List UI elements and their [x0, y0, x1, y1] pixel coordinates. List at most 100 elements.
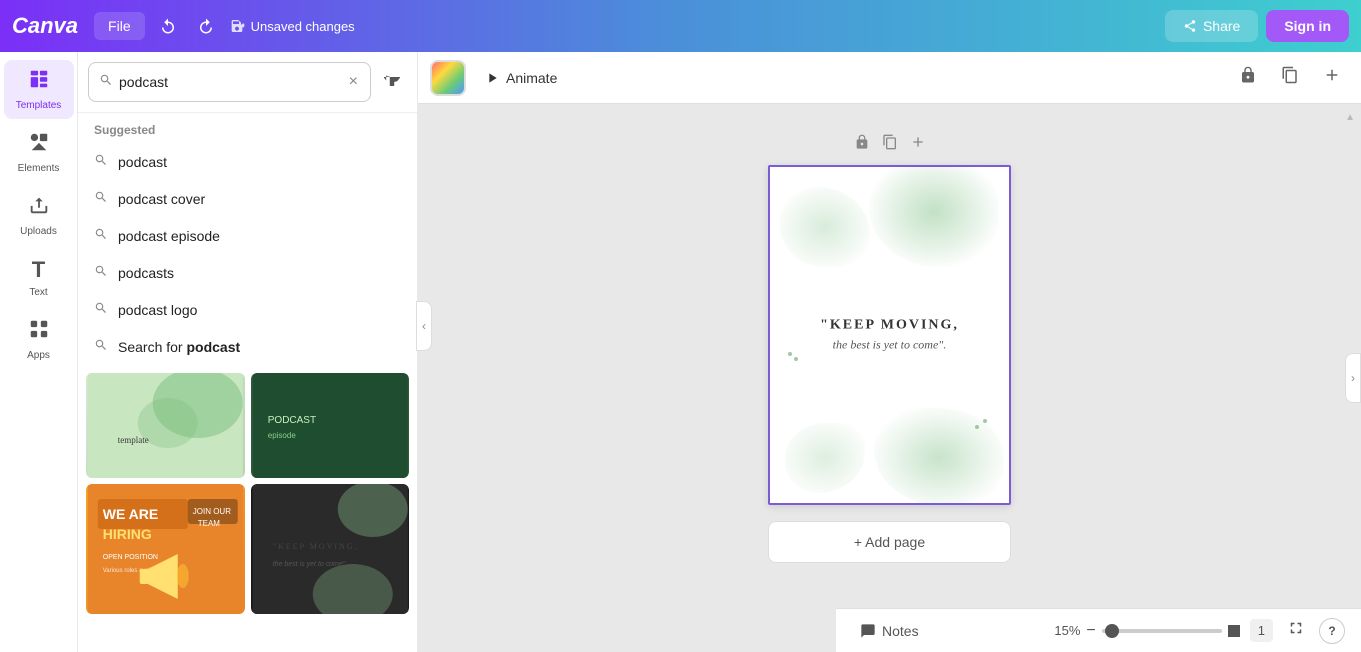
undo-button[interactable] [153, 11, 183, 41]
copy-button[interactable] [1273, 60, 1307, 95]
lock-button[interactable] [1231, 60, 1265, 95]
zoom-percent: 15% [1054, 623, 1080, 638]
svg-text:the best is yet to come".: the best is yet to come". [272, 561, 347, 568]
sidebar-item-uploads[interactable]: Uploads [4, 186, 74, 245]
page-copy-icon[interactable] [882, 134, 898, 155]
dot-1 [788, 352, 792, 356]
page-add-icon[interactable] [910, 134, 926, 155]
suggestion-search-icon-6 [94, 338, 108, 355]
suggestion-text-6: Search for podcast [118, 339, 240, 355]
page-actions [854, 134, 926, 155]
add-page-button[interactable]: + Add page [768, 521, 1011, 563]
filter-button[interactable] [377, 67, 407, 98]
animate-button[interactable]: Animate [474, 64, 567, 92]
svg-text:OPEN POSITION: OPEN POSITION [103, 554, 158, 561]
suggestion-text-2: podcast cover [118, 191, 205, 207]
svg-text:template: template [118, 435, 149, 445]
file-menu-button[interactable]: File [94, 12, 145, 40]
svg-text:episode: episode [267, 431, 296, 440]
page-text-block: "KEEP MOVING, the best is yet to come". [790, 318, 990, 353]
text-icon: T [32, 257, 45, 283]
search-box: × [88, 62, 371, 102]
templates-area: template PODCAST episode WE ARE HIRING [78, 367, 417, 620]
svg-text:"KEEP MOVING,: "KEEP MOVING, [272, 542, 358, 551]
left-sidebar: Templates Elements Uploads T Text Apps [0, 52, 78, 652]
redo-button[interactable] [191, 11, 221, 41]
suggestion-podcast-logo[interactable]: podcast logo [78, 291, 417, 328]
sidebar-item-templates-label: Templates [16, 100, 62, 111]
suggestion-podcast-cover[interactable]: podcast cover [78, 180, 417, 217]
template-thumb-3[interactable]: WE ARE HIRING OPEN POSITION Various role… [86, 484, 245, 614]
canvas-content: "KEEP MOVING, the best is yet to come". … [418, 104, 1361, 652]
search-input[interactable] [119, 74, 341, 90]
page-card[interactable]: "KEEP MOVING, the best is yet to come". [768, 165, 1011, 505]
canvas-toolbar: Animate [418, 52, 1361, 104]
watercolor-splash-top2 [780, 187, 870, 267]
bottombar: Notes 15% − 1 ? [836, 608, 1361, 652]
suggestion-search-icon-5 [94, 301, 108, 318]
page-number[interactable]: 1 [1250, 619, 1273, 642]
canva-logo: Canva [12, 13, 78, 39]
svg-text:TEAM: TEAM [198, 519, 221, 528]
template-thumb-4[interactable]: "KEEP MOVING, the best is yet to come". [251, 484, 410, 614]
templates-icon [28, 68, 50, 96]
zoom-slider-thumb [1228, 625, 1240, 637]
zoom-controls: 15% − [1054, 622, 1239, 640]
suggestions-label: Suggested [78, 113, 417, 143]
suggestion-search-icon-1 [94, 153, 108, 170]
sidebar-item-apps[interactable]: Apps [4, 310, 74, 369]
unsaved-indicator: Unsaved changes [229, 18, 355, 34]
page-quote-sub: the best is yet to come". [790, 338, 990, 353]
suggestion-podcast-episode[interactable]: podcast episode [78, 217, 417, 254]
suggestion-search-icon-4 [94, 264, 108, 281]
suggestion-search-for-podcast[interactable]: Search for podcast [78, 328, 417, 365]
svg-text:HIRING: HIRING [103, 526, 152, 542]
clear-search-button[interactable]: × [347, 71, 360, 93]
scroll-up-indicator: ▲ [1345, 112, 1355, 123]
template-thumb-1[interactable]: template [86, 373, 245, 478]
canvas-area: Animate [418, 52, 1361, 652]
suggestion-search-icon-2 [94, 190, 108, 207]
expand-button[interactable] [1283, 615, 1309, 646]
sidebar-item-text-label: Text [29, 287, 47, 298]
template-thumb-2[interactable]: PODCAST episode [251, 373, 410, 478]
watercolor-splash-bottom2 [785, 423, 865, 493]
add-page-icon-button[interactable] [1315, 60, 1349, 95]
color-swatch[interactable] [430, 60, 466, 96]
zoom-out-button[interactable]: − [1086, 622, 1095, 640]
sidebar-item-apps-label: Apps [27, 350, 50, 361]
search-box-wrap: × [78, 52, 417, 113]
uploads-icon [28, 194, 50, 222]
page-lock-icon[interactable] [854, 134, 870, 155]
apps-icon [28, 318, 50, 346]
sidebar-item-uploads-label: Uploads [20, 226, 57, 237]
svg-text:PODCAST: PODCAST [267, 415, 315, 426]
elements-icon [28, 131, 50, 159]
watercolor-splash-bottom [874, 408, 1004, 505]
suggestion-podcasts[interactable]: podcasts [78, 254, 417, 291]
sidebar-item-elements[interactable]: Elements [4, 123, 74, 182]
search-icon [99, 73, 113, 91]
suggestion-podcast[interactable]: podcast [78, 143, 417, 180]
sidebar-item-templates[interactable]: Templates [4, 60, 74, 119]
search-panel: × Suggested podcast podcast cover podcas… [78, 52, 418, 652]
hide-right-panel-button[interactable]: › [1345, 353, 1361, 403]
notes-button[interactable]: Notes [852, 617, 927, 645]
sidebar-item-text[interactable]: T Text [4, 249, 74, 306]
help-button[interactable]: ? [1319, 618, 1345, 644]
page-quote-main: "KEEP MOVING, [790, 318, 990, 334]
share-button[interactable]: Share [1165, 10, 1258, 42]
suggestion-search-icon-3 [94, 227, 108, 244]
watercolor-splash-top [869, 165, 999, 267]
topbar: Canva File Unsaved changes Share Sign in [0, 0, 1361, 52]
suggestion-text-4: podcasts [118, 265, 174, 281]
sidebar-item-elements-label: Elements [18, 163, 60, 174]
svg-text:WE ARE: WE ARE [103, 506, 158, 522]
suggestion-text-5: podcast logo [118, 302, 197, 318]
zoom-slider[interactable] [1102, 629, 1222, 633]
signin-button[interactable]: Sign in [1266, 10, 1349, 42]
dot-2 [794, 357, 798, 361]
suggestions-dropdown: Suggested podcast podcast cover podcast … [78, 113, 417, 365]
hide-panel-button[interactable]: ‹ [416, 301, 432, 351]
suggestion-text-1: podcast [118, 154, 167, 170]
